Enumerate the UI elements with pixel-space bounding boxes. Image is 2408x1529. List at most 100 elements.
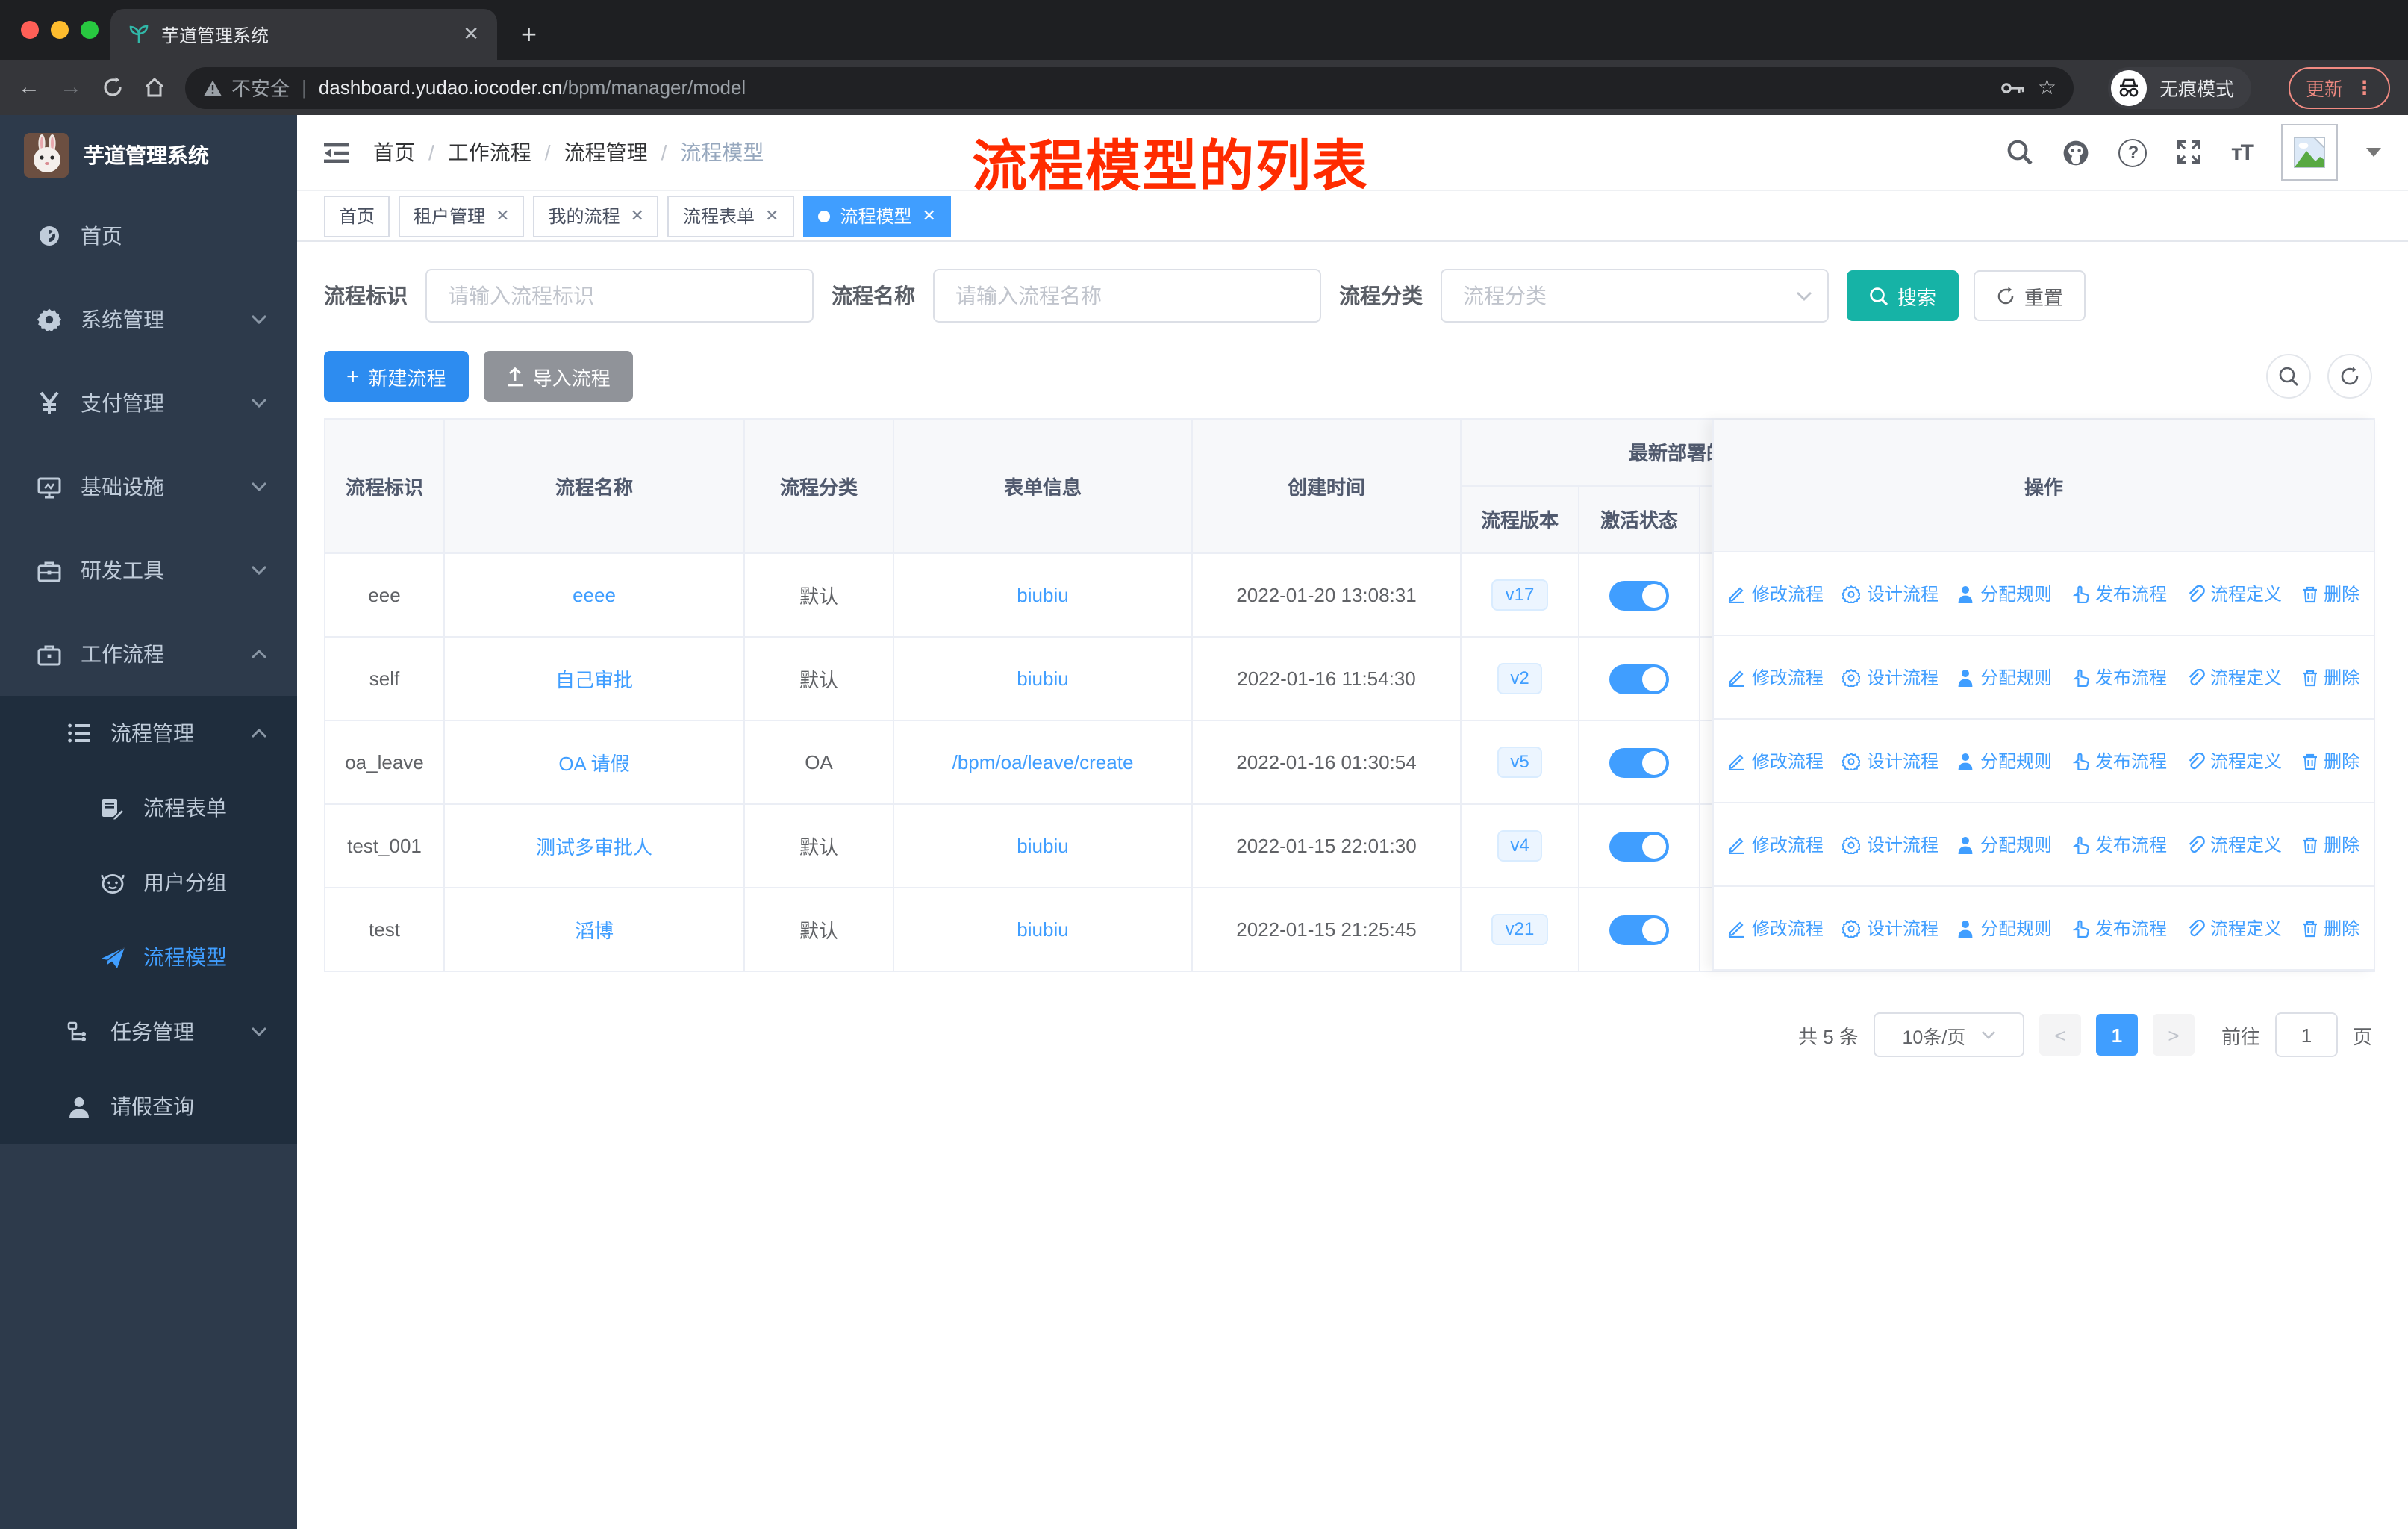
help-icon[interactable]: ? xyxy=(2118,138,2147,166)
key-icon[interactable] xyxy=(2000,80,2026,95)
prev-page-button[interactable]: < xyxy=(2039,1014,2081,1056)
sidebar-collapse-icon[interactable] xyxy=(324,141,349,164)
sidebar-item-task-mgmt[interactable]: 任务管理 xyxy=(0,994,297,1069)
bookmark-star-icon[interactable]: ☆ xyxy=(2038,75,2056,100)
action-design-link[interactable]: 设计流程 xyxy=(1842,748,1938,773)
action-definition-link[interactable]: 流程定义 xyxy=(2186,832,2282,857)
filter-category-select[interactable]: 流程分类 xyxy=(1441,269,1829,323)
toggle-search-button[interactable] xyxy=(2266,354,2311,399)
sidebar-item-process-mgmt[interactable]: 流程管理 xyxy=(0,696,297,770)
filter-id-input[interactable]: 请输入流程标识 xyxy=(425,269,814,323)
action-edit-link[interactable]: 修改流程 xyxy=(1728,748,1824,773)
tag-close-icon[interactable]: ✕ xyxy=(496,206,509,225)
action-definition-link[interactable]: 流程定义 xyxy=(2186,915,2282,941)
action-publish-link[interactable]: 发布流程 xyxy=(2071,748,2167,773)
search-button[interactable]: 搜索 xyxy=(1847,270,1959,321)
github-icon[interactable] xyxy=(2062,138,2091,166)
font-size-icon[interactable]: тT xyxy=(2231,140,2254,165)
action-edit-link[interactable]: 修改流程 xyxy=(1728,915,1824,941)
form-info-link[interactable]: /bpm/oa/leave/create xyxy=(952,751,1134,773)
avatar[interactable] xyxy=(2281,124,2338,181)
browser-menu-icon[interactable]: ⋮ xyxy=(2355,76,2374,99)
tag-首页[interactable]: 首页 xyxy=(324,195,390,237)
reload-icon[interactable] xyxy=(102,76,124,99)
tag-close-icon[interactable]: ✕ xyxy=(631,206,644,225)
action-assign-link[interactable]: 分配规则 xyxy=(1958,581,2052,606)
fullscreen-icon[interactable] xyxy=(2176,139,2203,166)
active-toggle[interactable] xyxy=(1609,915,1669,944)
sidebar-item-infra[interactable]: 基础设施 xyxy=(0,445,297,529)
action-edit-link[interactable]: 修改流程 xyxy=(1728,581,1824,606)
process-name-link[interactable]: 测试多审批人 xyxy=(536,832,652,860)
action-assign-link[interactable]: 分配规则 xyxy=(1958,915,2052,941)
breadcrumb-process-mgmt[interactable]: 流程管理 xyxy=(564,137,648,167)
sidebar-item-payment[interactable]: 支付管理 xyxy=(0,361,297,445)
minimize-window-button[interactable] xyxy=(51,21,69,39)
security-chip[interactable]: 不安全 xyxy=(203,73,290,102)
action-delete-link[interactable]: 删除 xyxy=(2301,581,2359,606)
sidebar-item-leave-query[interactable]: 请假查询 xyxy=(0,1069,297,1144)
action-publish-link[interactable]: 发布流程 xyxy=(2071,915,2167,941)
active-toggle[interactable] xyxy=(1609,747,1669,777)
action-publish-link[interactable]: 发布流程 xyxy=(2071,581,2167,606)
goto-page-input[interactable]: 1 xyxy=(2274,1012,2338,1057)
active-toggle[interactable] xyxy=(1609,831,1669,861)
url-bar[interactable]: 不安全 | dashboard.yudao.iocoder.cn/bpm/man… xyxy=(185,66,2074,108)
sidebar-item-user-group[interactable]: 用户分组 xyxy=(0,845,297,920)
action-design-link[interactable]: 设计流程 xyxy=(1842,664,1938,690)
new-tab-button[interactable]: + xyxy=(521,19,537,51)
action-assign-link[interactable]: 分配规则 xyxy=(1958,832,2052,857)
version-badge[interactable]: v2 xyxy=(1497,662,1543,695)
create-process-button[interactable]: + 新建流程 xyxy=(324,351,469,402)
tag-租户管理[interactable]: 租户管理 ✕ xyxy=(399,195,525,237)
avatar-caret-icon[interactable] xyxy=(2366,148,2381,157)
refresh-button[interactable] xyxy=(2327,354,2372,399)
next-page-button[interactable]: > xyxy=(2152,1014,2195,1056)
action-publish-link[interactable]: 发布流程 xyxy=(2071,832,2167,857)
process-name-link[interactable]: 自己审批 xyxy=(555,664,633,693)
page-size-select[interactable]: 10条/页 xyxy=(1873,1012,2024,1057)
browser-tab[interactable]: 芋道管理系统 ✕ xyxy=(110,9,497,60)
form-info-link[interactable]: biubiu xyxy=(1017,667,1068,690)
version-badge[interactable]: v5 xyxy=(1497,746,1543,779)
back-icon[interactable]: ← xyxy=(18,76,40,99)
action-delete-link[interactable]: 删除 xyxy=(2301,915,2359,941)
action-edit-link[interactable]: 修改流程 xyxy=(1728,664,1824,690)
sidebar-item-workflow[interactable]: 工作流程 xyxy=(0,612,297,696)
sidebar-item-process-model[interactable]: 流程模型 xyxy=(0,920,297,994)
action-definition-link[interactable]: 流程定义 xyxy=(2186,748,2282,773)
breadcrumb-home[interactable]: 首页 xyxy=(373,137,415,167)
active-toggle[interactable] xyxy=(1609,664,1669,694)
action-edit-link[interactable]: 修改流程 xyxy=(1728,832,1824,857)
action-delete-link[interactable]: 删除 xyxy=(2301,832,2359,857)
version-badge[interactable]: v17 xyxy=(1491,579,1548,611)
sidebar-item-system[interactable]: 系统管理 xyxy=(0,278,297,361)
forward-icon[interactable]: → xyxy=(60,76,82,99)
form-info-link[interactable]: biubiu xyxy=(1017,584,1068,606)
home-icon[interactable] xyxy=(143,76,166,99)
form-info-link[interactable]: biubiu xyxy=(1017,918,1068,941)
tag-close-icon[interactable]: ✕ xyxy=(922,206,935,225)
search-icon[interactable] xyxy=(2007,139,2034,166)
process-name-link[interactable]: eeee xyxy=(573,584,616,606)
window-controls[interactable] xyxy=(21,21,99,39)
process-name-link[interactable]: OA 请假 xyxy=(558,748,629,776)
tag-流程模型[interactable]: 流程模型 ✕ xyxy=(802,195,951,237)
action-definition-link[interactable]: 流程定义 xyxy=(2186,581,2282,606)
tag-close-icon[interactable]: ✕ xyxy=(765,206,779,225)
action-delete-link[interactable]: 删除 xyxy=(2301,664,2359,690)
tag-我的流程[interactable]: 我的流程 ✕ xyxy=(533,195,659,237)
action-delete-link[interactable]: 删除 xyxy=(2301,748,2359,773)
close-window-button[interactable] xyxy=(21,21,39,39)
process-name-link[interactable]: 滔博 xyxy=(575,915,614,944)
tag-流程表单[interactable]: 流程表单 ✕ xyxy=(667,195,794,237)
tab-close-icon[interactable]: ✕ xyxy=(463,22,479,46)
action-design-link[interactable]: 设计流程 xyxy=(1842,915,1938,941)
filter-name-input[interactable]: 请输入流程名称 xyxy=(933,269,1321,323)
action-assign-link[interactable]: 分配规则 xyxy=(1958,664,2052,690)
active-toggle[interactable] xyxy=(1609,580,1669,610)
action-assign-link[interactable]: 分配规则 xyxy=(1958,748,2052,773)
sidebar-item-home[interactable]: 首页 xyxy=(0,194,297,278)
version-badge[interactable]: v21 xyxy=(1491,913,1548,946)
action-publish-link[interactable]: 发布流程 xyxy=(2071,664,2167,690)
